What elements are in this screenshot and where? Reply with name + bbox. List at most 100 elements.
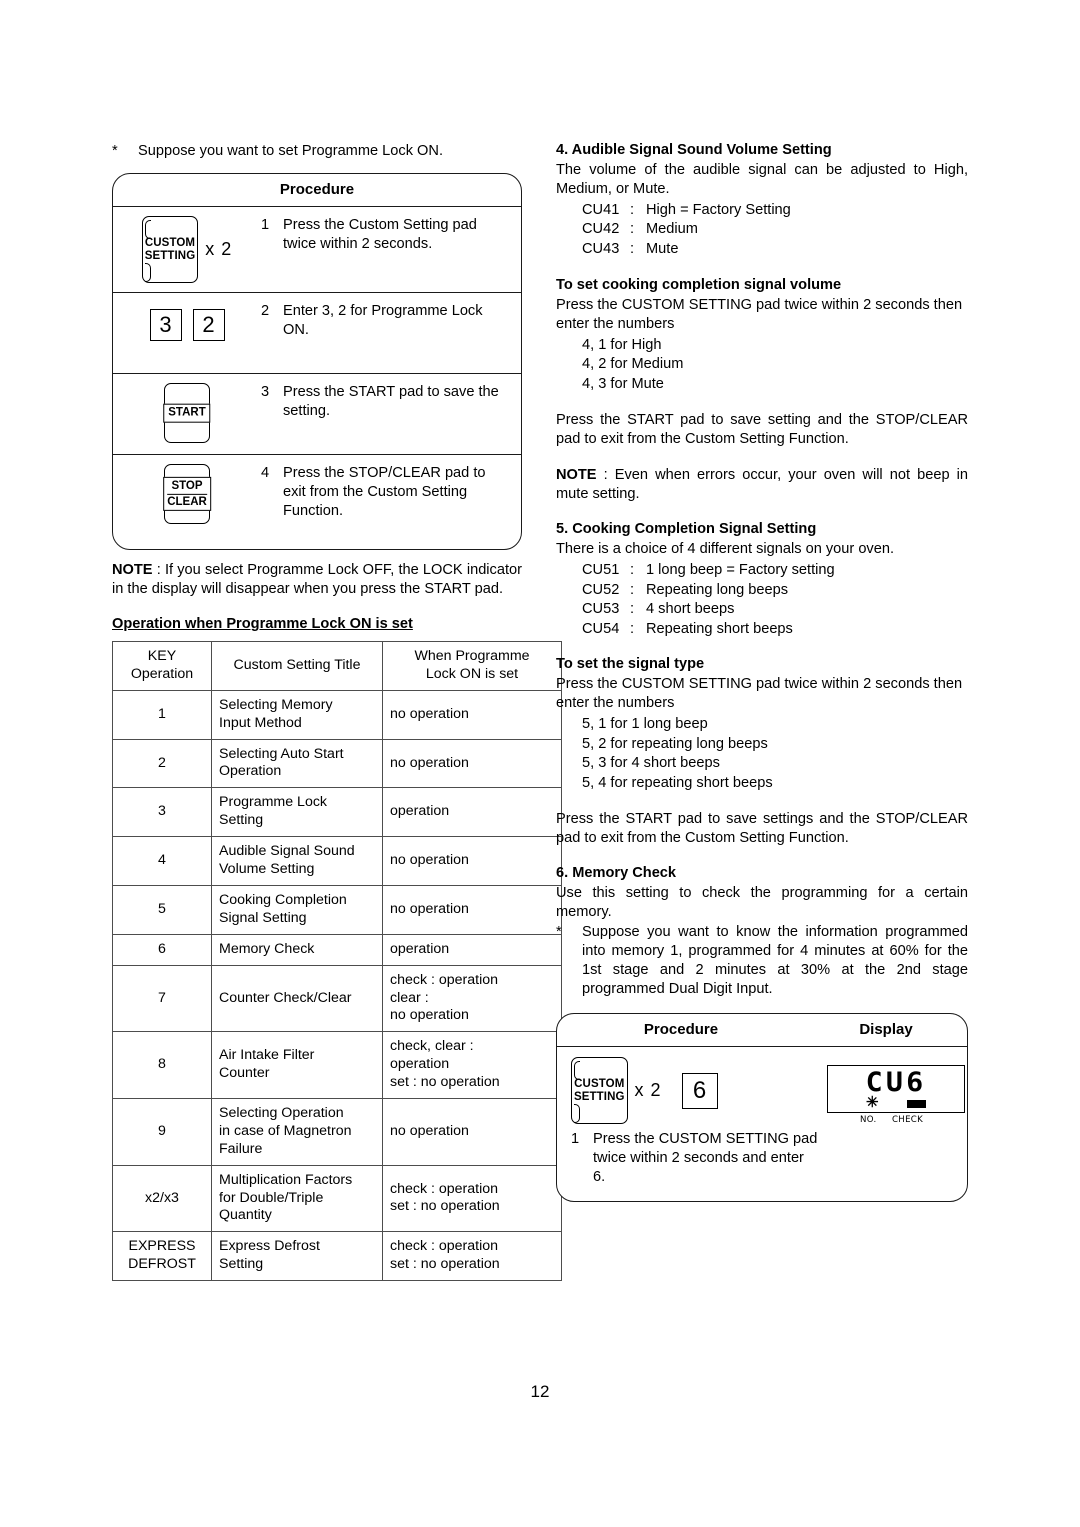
section-4-sub-heading: To set cooking completion signal volume [556, 276, 842, 293]
step-text: Press the STOP/CLEAR pad to exit from th… [283, 465, 486, 520]
pd-display-cell: CU6 ✳ NO. CHECK [825, 1047, 967, 1201]
table-row: x2/x3 Multiplication Factors for Double/T… [112, 1164, 562, 1233]
digit-key-2[interactable]: 2 [192, 309, 225, 342]
section-5-intro: There is a choice of 4 different signals… [556, 541, 895, 558]
code-colon: : [630, 221, 635, 238]
th-key-operation: KEY Operation [112, 641, 212, 691]
cell-key: 8 [112, 1031, 212, 1099]
cell-title: Express Defrost Setting [211, 1231, 383, 1282]
note-label: NOTE [112, 562, 153, 579]
cell-when: no operation [382, 738, 562, 789]
pd-keys[interactable]: CUSTOM SETTING x 2 6 [571, 1057, 819, 1125]
custom-setting-pad-icon[interactable]: CUSTOM SETTING [571, 1057, 628, 1125]
cell-key: 2 [112, 738, 212, 789]
custom-setting-key-line1: CUSTOM [144, 236, 196, 249]
section-5-sub-intro: Press the CUSTOM SETTING pad twice withi… [556, 676, 963, 712]
step-text: Press the Custom Setting pad twice withi… [283, 216, 477, 252]
note-text: : Even when errors occur, your oven will… [556, 467, 968, 503]
cell-key: EXPRESS DEFROST [112, 1231, 212, 1282]
sub-item: 4, 3 for Mute [582, 375, 664, 392]
lcd-label-check: CHECK [892, 1115, 924, 1126]
note-label: NOTE [556, 467, 597, 484]
pd-step: 1 Press the CUSTOM SETTING pad twice wit… [571, 1130, 819, 1187]
code-item: CU42 : Medium [582, 220, 968, 240]
multiplier-label: x 2 [205, 239, 233, 260]
code-item: CU54 : Repeating short beeps [582, 620, 968, 640]
clear-key-label: CLEAR [167, 495, 207, 508]
code-label: CU42 [582, 221, 620, 238]
section-5-save-text: Press the START pad to save settings and… [556, 811, 968, 847]
start-pad-icon[interactable]: START [163, 383, 211, 444]
operation-table: KEY Operation Custom Setting Title When P… [112, 641, 562, 1282]
procedure-step-row: STOP CLEAR 4 Press the STOP/CLEAR pad to… [113, 455, 521, 549]
section-4-sub-intro: Press the CUSTOM SETTING pad twice withi… [556, 296, 963, 332]
code-desc: Repeating short beeps [646, 620, 793, 637]
cell-when: check : operation set : no operation [382, 1164, 562, 1233]
cell-title: Selecting Auto Start Operation [211, 738, 383, 789]
cell-when: operation [382, 933, 562, 966]
custom-setting-key[interactable]: CUSTOM SETTING x 2 [113, 215, 261, 284]
th-custom-setting-title: Custom Setting Title [211, 641, 383, 691]
step-text: Enter 3, 2 for Programme Lock ON. [283, 303, 483, 339]
sub-item: 5, 2 for repeating long beeps [582, 735, 768, 752]
operation-table-heading: Operation when Programme Lock ON is set [112, 616, 413, 633]
code-item: CU52 : Repeating long beeps [582, 581, 968, 601]
table-row: 5 Cooking Completion Signal Setting no op… [112, 884, 562, 935]
lcd-digits: CU6 [865, 1067, 927, 1099]
lcd-labels: NO. CHECK [828, 1115, 964, 1127]
star-bullet-icon: * [556, 924, 562, 941]
sub-item: 4, 2 for Medium [582, 356, 684, 373]
pd-body-row: CUSTOM SETTING x 2 6 1 Press the CUSTOM … [557, 1047, 967, 1201]
right-column: 4. Audible Signal Sound Volume Setting T… [556, 142, 968, 1203]
stop-clear-pad-icon[interactable]: STOP CLEAR [163, 464, 211, 525]
sub-item: 5, 3 for 4 short beeps [582, 755, 720, 772]
code-label: CU54 [582, 620, 620, 637]
lcd-screen: CU6 ✳ [827, 1065, 965, 1114]
table-row: 1 Selecting Memory Input Method no operat… [112, 689, 562, 740]
number-keys[interactable]: 3 2 [113, 302, 261, 348]
custom-setting-pad-icon[interactable]: CUSTOM SETTING [141, 215, 199, 284]
section-4-heading: 4. Audible Signal Sound Volume Setting [556, 142, 832, 158]
cell-when: no operation [382, 836, 562, 886]
cell-key: 9 [112, 1097, 212, 1166]
cell-key: 7 [112, 964, 212, 1033]
cell-when: check : operation set : no operation [382, 1231, 562, 1282]
page-number: 12 [530, 1382, 550, 1401]
intro-note-text: Suppose you want to set Programme Lock O… [138, 143, 443, 159]
memory-check-procedure-box: Procedure Display CUSTOM SETTING x 2 6 1… [556, 1013, 968, 1203]
digit-key-6[interactable]: 6 [681, 1072, 718, 1109]
section-4-save-text: Press the START pad to save setting and … [556, 412, 968, 448]
table-row: EXPRESS DEFROST Express Defrost Setting ch… [112, 1231, 562, 1282]
section-4-note: NOTE : Even when errors occur, your oven… [556, 466, 968, 504]
procedure-step-text-wrap: 1 Press the Custom Setting pad twice wit… [261, 216, 521, 254]
cell-when: check : operation clear : no operation [382, 964, 562, 1033]
cell-title: Programme Lock Setting [211, 787, 383, 838]
section-6-intro: Use this setting to check the programmin… [556, 885, 968, 921]
section-4-code-list: CU41 : High = Factory Setting CU42 : Med… [556, 201, 968, 260]
step-number: 1 [571, 1131, 580, 1148]
procedure-step-row: START 3 Press the START pad to save the … [113, 374, 521, 456]
code-item: CU41 : High = Factory Setting [582, 201, 968, 221]
table-header-row: KEY Operation Custom Setting Title When P… [112, 641, 562, 691]
code-desc: Repeating long beeps [646, 581, 788, 598]
start-key[interactable]: START [113, 383, 261, 444]
procedure-step-row: 3 2 2 Enter 3, 2 for Programme Lock ON. [113, 293, 521, 375]
cell-when: no operation [382, 1097, 562, 1166]
cell-title: Selecting Memory Input Method [211, 689, 383, 740]
cell-title: Selecting Operation in case of Magnetron F… [211, 1097, 383, 1166]
code-colon: : [630, 581, 635, 598]
custom-setting-key-line2: SETTING [574, 1091, 625, 1104]
step-text: Press the START pad to save the setting. [283, 384, 499, 420]
section-6-example: * Suppose you want to know the informati… [556, 923, 968, 999]
lcd-indicator-marks: ✳ [866, 1095, 928, 1110]
sub-item: 5, 4 for repeating short beeps [582, 774, 773, 791]
digit-key-3[interactable]: 3 [149, 309, 182, 342]
code-desc: High = Factory Setting [646, 201, 791, 218]
step-text: Press the CUSTOM SETTING pad twice withi… [593, 1131, 818, 1186]
section-4-sub-list: 4, 1 for High 4, 2 for Medium 4, 3 for M… [556, 336, 968, 395]
custom-setting-key-line2: SETTING [144, 250, 196, 263]
stop-clear-key[interactable]: STOP CLEAR [113, 464, 261, 525]
cell-title: Memory Check [211, 933, 383, 966]
cell-when: no operation [382, 689, 562, 740]
step-number: 1 [261, 216, 270, 233]
